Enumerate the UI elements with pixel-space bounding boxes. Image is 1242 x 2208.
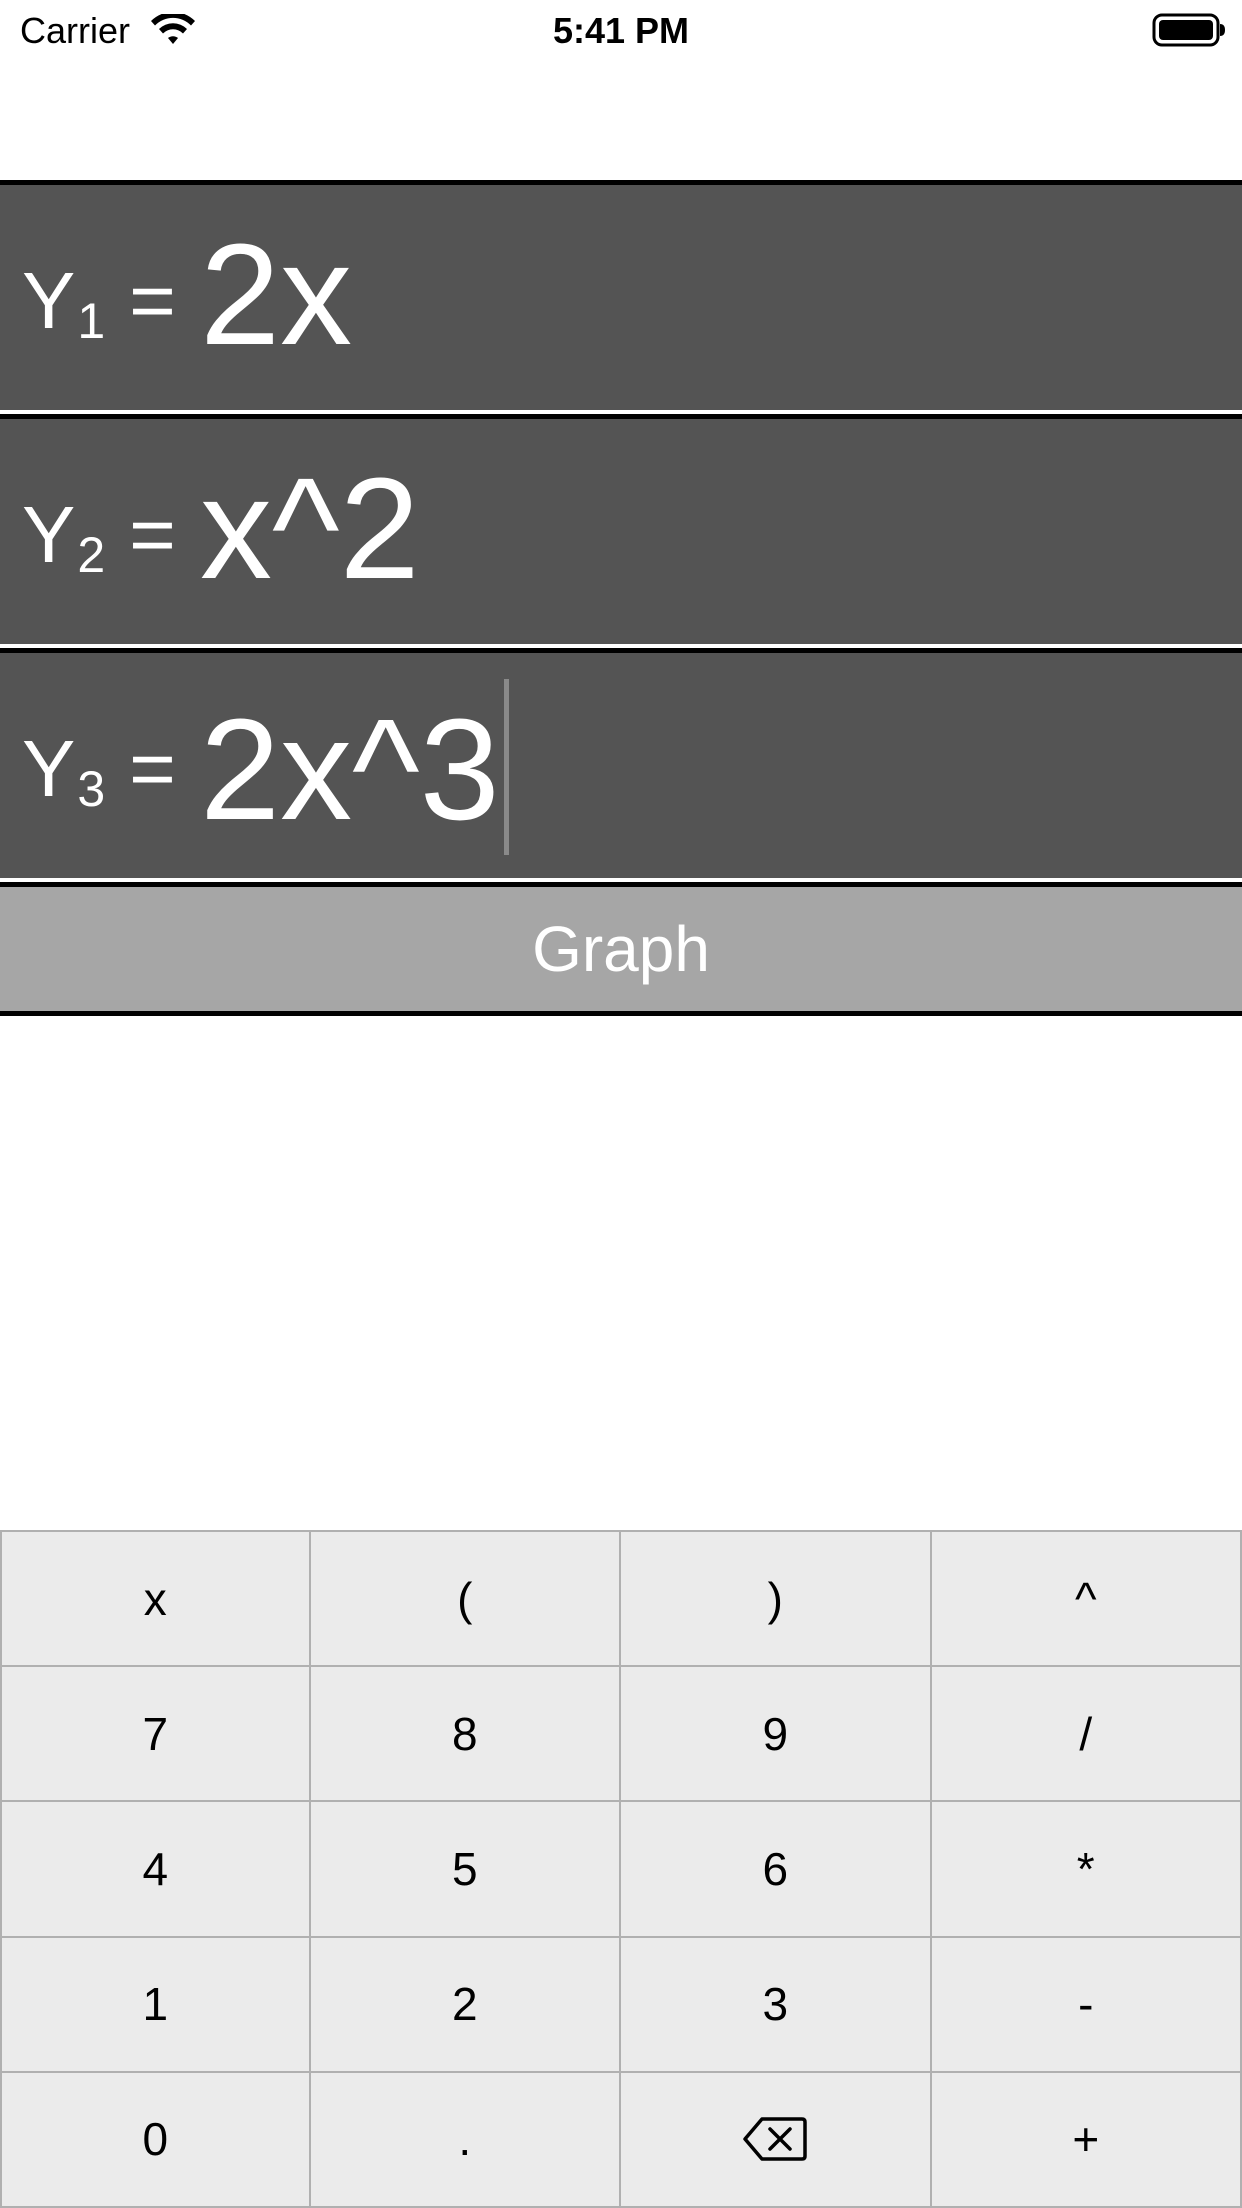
key-5[interactable]: 5 (310, 1802, 621, 1938)
equation-label-3: Y3 = (22, 724, 176, 818)
key-7[interactable]: 7 (0, 1667, 311, 1803)
key-x[interactable]: x (0, 1532, 311, 1668)
key-divide[interactable]: / (931, 1667, 1242, 1803)
key-0[interactable]: 0 (0, 2072, 311, 2208)
status-time: 5:41 PM (552, 10, 690, 51)
key-decimal[interactable]: . (310, 2072, 621, 2208)
key-close-paren[interactable]: ) (621, 1532, 932, 1668)
status-bar: Carrier 5:41 PM (0, 0, 1242, 62)
key-plus[interactable]: + (931, 2072, 1242, 2208)
equation-input-2[interactable]: x^2 (200, 457, 1210, 601)
equation-input-1[interactable]: 2x (200, 223, 1210, 367)
key-caret[interactable]: ^ (931, 1532, 1242, 1668)
equation-label-2: Y2 = (22, 490, 176, 584)
key-8[interactable]: 8 (310, 1667, 621, 1803)
keypad: x ( ) ^ 7 8 9 / 4 5 6 * 1 2 3 - 0 . + (0, 1530, 1242, 2208)
equation-label-1: Y1 = (22, 256, 176, 350)
backspace-icon (743, 2117, 807, 2162)
key-open-paren[interactable]: ( (310, 1532, 621, 1668)
graph-button[interactable]: Graph (0, 882, 1242, 1016)
key-minus[interactable]: - (931, 1937, 1242, 2073)
text-cursor (503, 679, 509, 855)
battery-full-icon (1152, 13, 1225, 47)
key-4[interactable]: 4 (0, 1802, 311, 1938)
equation-row-3: Y3 = 2x^3 (0, 648, 1242, 878)
key-2[interactable]: 2 (310, 1937, 621, 2073)
key-multiply[interactable]: * (931, 1802, 1242, 1938)
key-6[interactable]: 6 (621, 1802, 932, 1938)
equation-row-1: Y1 = 2x (0, 180, 1242, 410)
key-backspace[interactable] (621, 2072, 932, 2208)
key-9[interactable]: 9 (621, 1667, 932, 1803)
key-1[interactable]: 1 (0, 1937, 311, 2073)
key-3[interactable]: 3 (621, 1937, 932, 2073)
equation-row-2: Y2 = x^2 (0, 414, 1242, 644)
equation-input-3[interactable]: 2x^3 (200, 679, 1210, 855)
